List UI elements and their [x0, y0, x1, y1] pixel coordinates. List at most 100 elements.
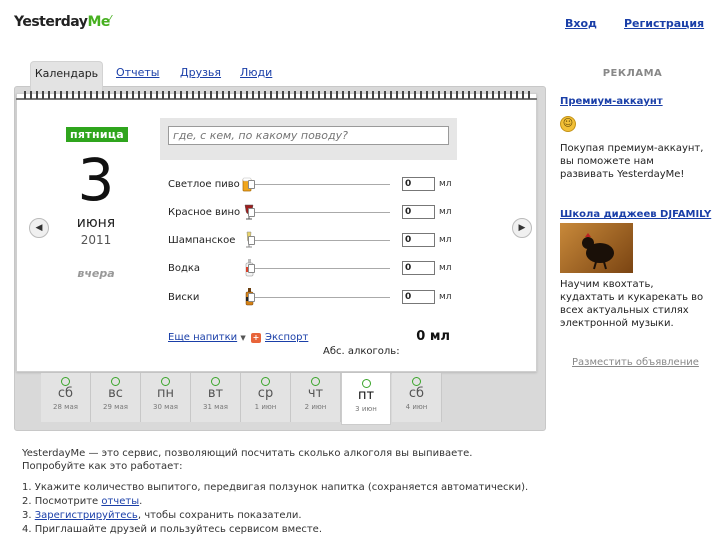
- day-tab-date: 3 июн: [355, 405, 377, 413]
- reports-link[interactable]: отчеты: [101, 496, 139, 507]
- drink-row-beer: Светлое пиво 0 мл: [168, 175, 458, 197]
- status-circle-icon: [261, 377, 270, 386]
- drink-name: Шампанское: [168, 235, 236, 246]
- day-tab[interactable]: вт 31 мая: [191, 373, 241, 422]
- relative-day: вчера: [77, 267, 115, 280]
- weekday-badge: пятница: [66, 127, 129, 142]
- prev-day-button[interactable]: ◀: [29, 218, 49, 238]
- step-2: 2. Посмотрите отчеты.: [22, 495, 622, 509]
- drink-row-whisky: Виски 0 мл: [168, 288, 458, 310]
- ad-djschool-text: Научим квохтать, кудахтать и кукарекать …: [560, 279, 704, 329]
- day-tab-date: 30 мая: [153, 403, 178, 411]
- drink-name: Водка: [168, 263, 201, 274]
- ads-header: РЕКЛАМА: [602, 68, 663, 79]
- more-drinks-label: Еще напитки: [168, 332, 238, 343]
- drink-unit: мл: [439, 263, 452, 273]
- status-circle-icon: [361, 379, 371, 388]
- drink-amount-input[interactable]: 0: [402, 177, 435, 191]
- day-tab-weekday: вс: [108, 386, 123, 401]
- logo[interactable]: YesterdayMe⁄: [14, 14, 111, 30]
- next-day-button[interactable]: ▶: [512, 218, 532, 238]
- export-icon[interactable]: +: [251, 333, 261, 343]
- drink-row-red-wine: Красное вино 0 мл: [168, 203, 458, 225]
- drink-name: Виски: [168, 292, 200, 303]
- drink-slider-handle[interactable]: [248, 264, 255, 273]
- note-input[interactable]: [168, 126, 449, 145]
- logo-dot-icon: ⁄: [109, 14, 111, 23]
- day-tab-weekday: пн: [157, 386, 174, 401]
- drink-slider-handle[interactable]: [248, 293, 255, 302]
- tab-reports[interactable]: Отчеты: [116, 66, 159, 79]
- register-inline-link[interactable]: Зарегистрируйтесь: [35, 510, 138, 521]
- status-circle-icon: [311, 377, 320, 386]
- drink-slider-handle[interactable]: [248, 236, 255, 245]
- tab-calendar[interactable]: Календарь: [30, 61, 103, 91]
- arrow-left-icon: ◀: [35, 223, 43, 233]
- step-2-pre: 2. Посмотрите: [22, 496, 102, 507]
- tab-people[interactable]: Люди: [240, 66, 272, 79]
- smiley-icon[interactable]: ☺: [560, 116, 576, 132]
- drink-row-champagne: Шампанское 0 мл: [168, 231, 458, 253]
- step-3-pre: 3.: [22, 510, 35, 521]
- step-1: 1. Укажите количество выпитого, передвиг…: [22, 482, 529, 493]
- day-tab[interactable]: пн 30 мая: [141, 373, 191, 422]
- day-tab[interactable]: чт 2 июн: [291, 373, 341, 422]
- more-drinks-link[interactable]: Еще напитки ▼: [168, 332, 246, 343]
- day-tab-date: 1 июн: [254, 403, 277, 411]
- drink-amount-input[interactable]: 0: [402, 290, 435, 304]
- status-circle-icon: [111, 377, 120, 386]
- day-tab[interactable]: сб 4 июн: [392, 373, 442, 422]
- drink-unit: мл: [439, 292, 452, 302]
- ad-djschool-image[interactable]: [560, 223, 633, 273]
- status-circle-icon: [211, 377, 220, 386]
- drink-name: Красное вино: [168, 207, 241, 218]
- tab-friends[interactable]: Друзья: [180, 66, 221, 79]
- day-tab-date: 28 мая: [53, 403, 78, 411]
- day-tab-date: 31 мая: [203, 403, 228, 411]
- ad-djschool-title[interactable]: Школа диджеев DJFAMILY: [560, 209, 711, 220]
- day-tab[interactable]: ср 1 июн: [241, 373, 291, 422]
- drink-slider-track[interactable]: [248, 240, 390, 241]
- logo-yesterday: Yesterday: [14, 14, 88, 30]
- drink-slider-handle[interactable]: [248, 208, 255, 217]
- drink-amount-input[interactable]: 0: [402, 205, 435, 219]
- chicken-icon: [582, 233, 614, 270]
- login-link[interactable]: Вход: [565, 17, 597, 30]
- drink-unit: мл: [439, 179, 452, 189]
- intro-text: YesterdayMe — это сервис, позволяющий по…: [22, 447, 622, 473]
- day-tab-active[interactable]: пт 3 июн: [341, 373, 391, 425]
- export-link[interactable]: Экспорт: [265, 332, 308, 343]
- steps-list: 1. Укажите количество выпитого, передвиг…: [22, 481, 622, 537]
- day-tab-weekday: сб: [408, 386, 425, 401]
- step-4: 4. Приглашайте друзей и пользуйтесь серв…: [22, 524, 322, 535]
- status-circle-icon: [61, 377, 70, 386]
- drink-slider-track[interactable]: [248, 297, 390, 298]
- logo-me: Me: [87, 14, 110, 30]
- step-2-post: .: [139, 496, 143, 507]
- day-tab-weekday: чт: [307, 386, 324, 401]
- day-tab[interactable]: сб 28 мая: [41, 373, 91, 422]
- total-value: 0 мл: [416, 329, 450, 344]
- day-tab-date: 4 июн: [405, 403, 428, 411]
- place-ad-link[interactable]: Разместить объявление: [572, 357, 699, 368]
- chevron-down-icon: ▼: [240, 334, 246, 342]
- ad-premium-title[interactable]: Премиум-аккаунт: [560, 96, 663, 107]
- step-3-post: , чтобы сохранить показатели.: [137, 510, 302, 521]
- status-circle-icon: [161, 377, 170, 386]
- day-tab-weekday: ср: [257, 386, 274, 401]
- day-tab-date: 29 мая: [103, 403, 128, 411]
- day-number: 3: [77, 146, 115, 214]
- drink-slider-handle[interactable]: [248, 180, 255, 189]
- drink-amount-input[interactable]: 0: [402, 233, 435, 247]
- register-link[interactable]: Регистрация: [624, 17, 704, 30]
- drink-amount-input[interactable]: 0: [402, 261, 435, 275]
- drink-row-vodka: Водка 0 мл: [168, 259, 458, 281]
- arrow-right-icon: ▶: [518, 223, 526, 233]
- drink-slider-track[interactable]: [248, 184, 390, 185]
- day-tab-weekday: вт: [207, 386, 224, 401]
- total-label: Абс. алкоголь:: [323, 346, 400, 357]
- drink-slider-track[interactable]: [248, 212, 390, 213]
- drink-slider-track[interactable]: [248, 268, 390, 269]
- day-tab-date: 2 июн: [304, 403, 327, 411]
- day-tab[interactable]: вс 29 мая: [91, 373, 141, 422]
